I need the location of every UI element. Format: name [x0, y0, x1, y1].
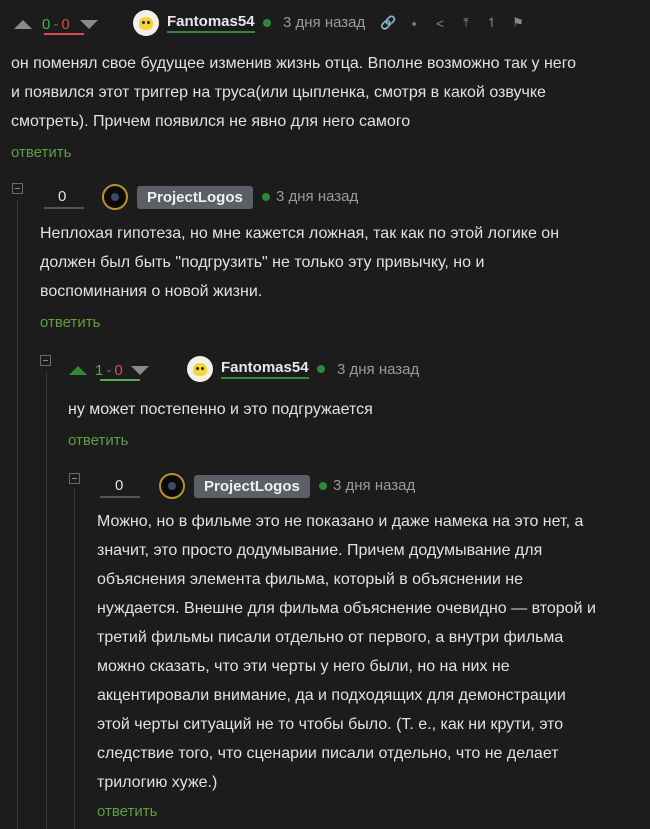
comment-text-line: акцентировали внимание, да и подходящих …	[97, 687, 566, 704]
rating: 1 - 0	[95, 360, 123, 380]
avatar[interactable]	[187, 356, 213, 382]
upvote-icon[interactable]	[69, 365, 87, 375]
comment-text-line: нуждается. Внешне для фильма объяснение …	[97, 600, 596, 617]
comment-text-line: воспоминания о новой жизни.	[40, 283, 263, 300]
reply-link[interactable]: ответить	[97, 803, 157, 820]
thread-line	[46, 372, 47, 829]
comment-text-line: и появился этот триггер на труса(или цып…	[11, 84, 546, 101]
avatar[interactable]	[102, 184, 128, 210]
branch-icon[interactable]: ↿	[484, 15, 500, 31]
username[interactable]: ProjectLogos	[194, 474, 310, 498]
rating-value: 0	[58, 187, 67, 205]
comment-date[interactable]: 3 дня назад	[276, 188, 358, 205]
comment-text-line: этой черты ситуаций не то чтобы было. (Т…	[97, 716, 564, 733]
username[interactable]: Fantomas54	[167, 13, 255, 33]
avatar[interactable]	[133, 10, 159, 36]
comment-toolbar: 🔗 ▪ < ⤒ ↿ ⚑	[380, 15, 526, 31]
avatar[interactable]	[159, 473, 185, 499]
online-indicator	[261, 193, 270, 201]
rating-sep: -	[53, 15, 59, 33]
report-flag-icon[interactable]: ⚑	[510, 15, 526, 31]
rating-minus: 0	[114, 361, 123, 379]
rating-value: 0	[115, 476, 124, 494]
comment-text-line: следствие того, что сценарии писали отде…	[97, 745, 559, 762]
comment-date[interactable]: 3 дня назад	[337, 361, 419, 378]
comment-text-line: должен был быть "подгрузить" не только э…	[40, 254, 485, 271]
rating-sep: -	[106, 361, 112, 379]
comment-text: Можно, но в фильме это не показано и даж…	[97, 507, 642, 797]
comment-text-line: трилогию хуже.)	[97, 774, 218, 791]
comment-date[interactable]: 3 дня назад	[333, 477, 415, 494]
comment-text-line: Неплохая гипотеза, но мне кажется ложная…	[40, 225, 560, 242]
comment-text-line: третий фильмы писали отдельно от первого…	[97, 629, 564, 646]
reply-link[interactable]: ответить	[68, 432, 128, 449]
rating-bar	[44, 33, 84, 35]
collapse-toggle[interactable]	[40, 355, 51, 366]
rating-bar	[100, 496, 140, 498]
online-indicator	[318, 482, 327, 490]
link-icon[interactable]: 🔗	[380, 15, 396, 31]
collapse-toggle[interactable]	[69, 473, 80, 484]
reply-link[interactable]: ответить	[40, 314, 100, 331]
rating-plus: 1	[95, 361, 104, 379]
comment-text-line: можно сказать, что эти черты у него были…	[97, 658, 510, 675]
comment-text-line: он поменял свое будущее изменив жизнь от…	[11, 55, 577, 72]
comment-text-line: Можно, но в фильме это не показано и даж…	[97, 513, 584, 530]
rating: 0 - 0	[42, 14, 70, 34]
share-icon[interactable]: <	[432, 16, 448, 31]
rating-minus: 0	[61, 15, 70, 33]
downvote-icon[interactable]	[79, 19, 98, 29]
comment-text-line: объяснения элемента фильма, который в об…	[97, 571, 523, 588]
comment-text-line: смотреть). Причем появился не явно для н…	[11, 113, 411, 130]
comment-text: Неплохая гипотеза, но мне кажется ложная…	[40, 219, 640, 306]
comment-text-line: ну может постепенно и это подгружается	[68, 401, 373, 418]
comment-text: ну может постепенно и это подгружается	[68, 395, 638, 424]
username[interactable]: Fantomas54	[221, 359, 309, 379]
thread-line	[74, 488, 75, 829]
username[interactable]: ProjectLogos	[137, 185, 253, 209]
rating-plus: 0	[42, 15, 51, 33]
rating-bar	[100, 379, 140, 381]
online-indicator	[316, 365, 325, 373]
comment-text: он поменял свое будущее изменив жизнь от…	[11, 49, 641, 136]
downvote-icon[interactable]	[130, 365, 149, 375]
comment-text-line: значит, это просто додумывание. Причем д…	[97, 542, 543, 559]
rating-bar	[44, 207, 84, 209]
comment-date[interactable]: 3 дня назад	[283, 14, 365, 31]
collapse-toggle[interactable]	[12, 183, 23, 194]
online-indicator	[262, 19, 271, 27]
scroll-up-icon[interactable]: ⤒	[458, 15, 474, 31]
thread-line	[17, 200, 18, 829]
reply-link[interactable]: ответить	[11, 144, 71, 161]
save-icon[interactable]: ▪	[406, 16, 422, 31]
upvote-icon[interactable]	[14, 19, 32, 29]
